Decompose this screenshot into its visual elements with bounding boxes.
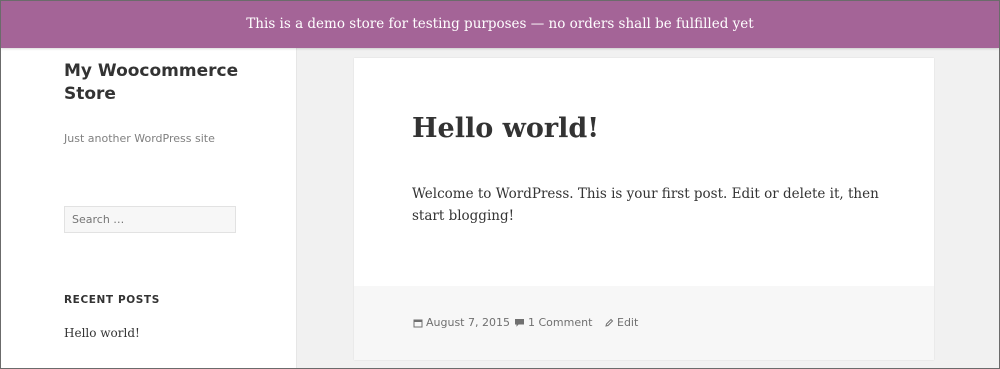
search-input[interactable]: [64, 206, 236, 233]
comment-bubble-icon: [515, 318, 524, 327]
pencil-icon: [605, 318, 614, 327]
post-title[interactable]: Hello world!: [412, 113, 599, 144]
post-edit-link[interactable]: Edit: [604, 316, 638, 329]
recent-post-link[interactable]: Hello world!: [64, 326, 140, 340]
site-title[interactable]: My Woocommerce Store: [64, 60, 244, 106]
post-article: Hello world! Welcome to WordPress. This …: [354, 58, 934, 360]
post-footer: August 7, 2015 1 Comment Edit: [354, 286, 934, 360]
post-edit-text: Edit: [617, 316, 639, 329]
post-date[interactable]: August 7, 2015: [413, 316, 510, 329]
site-description: Just another WordPress site: [64, 132, 215, 145]
sidebar: My Woocommerce Store Just another WordPr…: [1, 1, 297, 368]
post-date-text: August 7, 2015: [426, 316, 510, 329]
browser-viewport: This is a demo store for testing purpose…: [0, 0, 1000, 369]
post-comments-text: 1 Comment: [528, 316, 593, 329]
demo-store-notice-text: This is a demo store for testing purpose…: [246, 16, 754, 32]
post-comments-link[interactable]: 1 Comment: [514, 316, 592, 329]
calendar-icon: [413, 319, 423, 327]
recent-posts-heading: RECENT POSTS: [64, 294, 160, 306]
post-content: Welcome to WordPress. This is your first…: [412, 186, 879, 224]
demo-store-notice: This is a demo store for testing purpose…: [1, 1, 999, 48]
